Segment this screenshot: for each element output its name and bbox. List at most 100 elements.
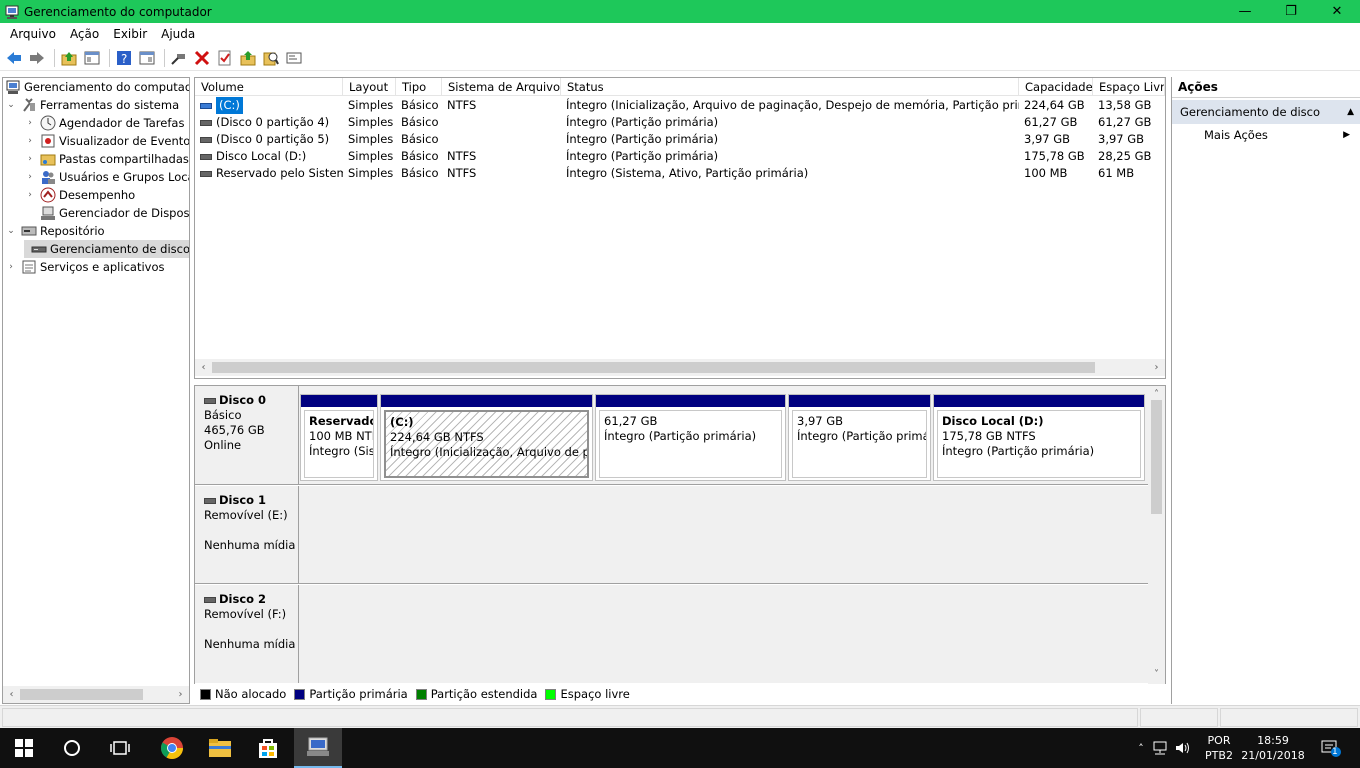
check-icon[interactable]	[215, 48, 235, 68]
volume-drive-icon	[200, 170, 212, 177]
tree-item-shared-folders[interactable]: › Pastas compartilhadas	[24, 150, 189, 168]
volume-row[interactable]: (C:) Simples Básico NTFS Íntegro (Inicializa…	[195, 97, 1165, 114]
volume-row[interactable]: (Disco 0 partição 5) Simples Básico Íntegro…	[195, 131, 1165, 148]
column-header-status[interactable]: Status	[561, 78, 1019, 95]
back-icon[interactable]	[4, 48, 24, 68]
menu-acao[interactable]: Ação	[63, 27, 106, 41]
actions-section-disk-management[interactable]: Gerenciamento de disco ▲	[1172, 100, 1360, 124]
forward-icon[interactable]	[27, 48, 47, 68]
scroll-left-icon[interactable]: ‹	[3, 686, 20, 703]
start-button[interactable]	[0, 728, 48, 768]
export-icon[interactable]	[238, 48, 258, 68]
scrollbar-thumb[interactable]	[1151, 400, 1162, 514]
capacity-cell: 100 MB	[1024, 166, 1068, 180]
tree-root[interactable]: Gerenciamento do computador (Local)	[5, 78, 189, 96]
partition-5[interactable]: 3,97 GBÍntegro (Partição primária)	[788, 394, 931, 481]
disk-row-0[interactable]: Disco 0 Básico 465,76 GB Online Reservad…	[195, 386, 1150, 485]
scroll-left-icon[interactable]: ‹	[195, 359, 212, 376]
tree-item-storage[interactable]: ⌄ Repositório	[5, 222, 104, 240]
expand-arrow-icon[interactable]: ›	[24, 118, 36, 128]
expand-arrow-icon[interactable]: ›	[24, 154, 36, 164]
rescan-icon[interactable]	[284, 48, 304, 68]
scrollbar-thumb[interactable]	[20, 689, 143, 700]
search-button[interactable]	[48, 728, 96, 768]
disk-row-2[interactable]: Disco 2 Removível (F:) Nenhuma mídia	[195, 585, 1150, 683]
scrollbar-thumb[interactable]	[212, 362, 1095, 373]
file-explorer-taskbar-button[interactable]	[196, 728, 244, 768]
minimize-button[interactable]: —	[1222, 0, 1268, 23]
volume-name: Reservado pelo Sistema	[216, 166, 343, 180]
language-indicator[interactable]: POR PTB2	[1200, 728, 1238, 768]
clock[interactable]: 18:59 21/01/2018	[1240, 728, 1306, 768]
graph-vertical-scrollbar[interactable]: ˄ ˅	[1148, 386, 1165, 703]
store-taskbar-button[interactable]	[244, 728, 292, 768]
volume-row[interactable]: (Disco 0 partição 4) Simples Básico Íntegro…	[195, 114, 1165, 131]
menu-arquivo[interactable]: Arquivo	[3, 27, 63, 41]
volume-row[interactable]: Disco Local (D:) Simples Básico NTFS Íntegro…	[195, 148, 1165, 165]
keyboard-layout: PTB2	[1205, 749, 1233, 762]
column-header-layout[interactable]: Layout	[343, 78, 396, 95]
partition-title: Reservado pelo Sistema	[309, 414, 374, 428]
column-header-type[interactable]: Tipo	[396, 78, 442, 95]
volume-name: (Disco 0 partição 4)	[216, 115, 330, 129]
disk-label-2[interactable]: Disco 2 Removível (F:) Nenhuma mídia	[195, 585, 299, 683]
computer-management-taskbar-button[interactable]	[294, 728, 342, 768]
expand-arrow-icon[interactable]: ⌄	[5, 226, 17, 236]
disk-label-1[interactable]: Disco 1 Removível (E:) Nenhuma mídia	[195, 486, 299, 583]
partition-status: Íntegro (Partição primária)	[604, 429, 757, 443]
properties-icon[interactable]	[137, 48, 157, 68]
expand-arrow-icon[interactable]: ⌄	[5, 100, 17, 110]
tree-horizontal-scrollbar[interactable]: ‹ ›	[3, 686, 189, 703]
tree-item-disk-management[interactable]: Gerenciamento de disco	[24, 240, 189, 258]
task-view-button[interactable]	[96, 728, 144, 768]
show-hidden-icons-icon[interactable]: ˄	[1134, 742, 1148, 755]
connect-icon[interactable]	[169, 48, 189, 68]
volume-icon[interactable]	[1172, 741, 1194, 755]
list-horizontal-scrollbar[interactable]: ‹ ›	[195, 359, 1165, 376]
type-cell: Básico	[401, 166, 439, 180]
close-button[interactable]: ✕	[1314, 0, 1360, 23]
delete-icon[interactable]	[192, 48, 212, 68]
collapse-up-icon[interactable]: ▲	[1347, 100, 1354, 124]
scroll-right-icon[interactable]: ›	[172, 686, 189, 703]
disk-row-1[interactable]: Disco 1 Removível (E:) Nenhuma mídia	[195, 486, 1150, 584]
menu-ajuda[interactable]: Ajuda	[154, 27, 202, 41]
maximize-button[interactable]: ❐	[1268, 0, 1314, 23]
expand-arrow-icon[interactable]: ›	[24, 190, 36, 200]
partition-4[interactable]: 61,27 GB Íntegro (Partição primária)	[595, 394, 786, 481]
tree-item-task-scheduler[interactable]: › Agendador de Tarefas	[24, 114, 184, 132]
partition-status: Íntegro (Sistema, Ativo, Partição primár…	[309, 444, 374, 458]
column-header-capacity[interactable]: Capacidade	[1019, 78, 1093, 95]
tree-item-services-apps[interactable]: › Serviços e aplicativos	[5, 258, 164, 276]
scroll-right-icon[interactable]: ›	[1148, 359, 1165, 376]
up-folder-icon[interactable]	[59, 48, 79, 68]
partition-reserved[interactable]: Reservado pelo Sistema100 MB NTFSÍntegro…	[300, 394, 378, 481]
expand-arrow-icon[interactable]: ›	[24, 172, 36, 182]
tree-item-event-viewer[interactable]: › Visualizador de Eventos	[24, 132, 189, 150]
partition-d[interactable]: Disco Local (D:) 175,78 GB NTFS Íntegro (P…	[933, 394, 1145, 481]
chrome-taskbar-button[interactable]	[148, 728, 196, 768]
scroll-down-icon[interactable]: ˅	[1148, 666, 1165, 683]
column-header-free-space[interactable]: Espaço Livre	[1093, 78, 1165, 95]
action-center-button[interactable]: 1	[1316, 728, 1346, 768]
show-hide-tree-icon[interactable]	[82, 48, 102, 68]
tree-item-device-manager[interactable]: Gerenciador de Dispositivos	[24, 204, 189, 222]
tree-item-performance[interactable]: › Desempenho	[24, 186, 135, 204]
volume-row[interactable]: Reservado pelo Sistema Simples Básico NTFS Í…	[195, 165, 1165, 182]
menu-exibir[interactable]: Exibir	[106, 27, 154, 41]
help-icon[interactable]: ?	[114, 48, 134, 68]
column-header-filesystem[interactable]: Sistema de Arquivos	[442, 78, 561, 95]
navigation-tree: Gerenciamento do computador (Local) ⌄ Fe…	[2, 77, 190, 704]
disk-label-0[interactable]: Disco 0 Básico 465,76 GB Online	[195, 386, 299, 484]
search-icon[interactable]	[261, 48, 281, 68]
language-code: POR	[1207, 734, 1231, 747]
partition-c[interactable]: (C:) 224,64 GB NTFS Íntegro (Inicialização…	[380, 394, 593, 481]
column-header-volume[interactable]: Volume	[195, 78, 343, 95]
tree-item-system-tools[interactable]: ⌄ Ferramentas do sistema	[5, 96, 179, 114]
tree-item-label: Pastas compartilhadas	[59, 152, 189, 166]
expand-arrow-icon[interactable]: ›	[5, 262, 17, 272]
expand-arrow-icon[interactable]: ›	[24, 136, 36, 146]
more-actions-item[interactable]: Mais Ações ▶	[1172, 124, 1360, 146]
tree-item-local-users[interactable]: › Usuários e Grupos Locais	[24, 168, 189, 186]
network-icon[interactable]	[1148, 741, 1172, 755]
